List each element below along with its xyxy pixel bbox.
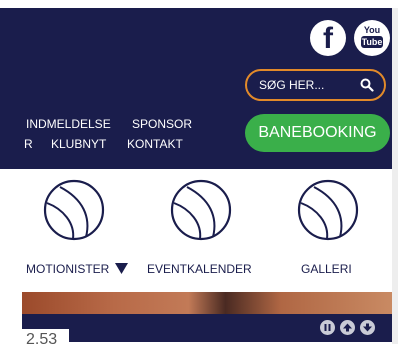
search-box (245, 69, 386, 101)
youtube-logo: You Tube (361, 25, 383, 51)
facebook-icon[interactable]: f (310, 20, 346, 56)
search-icon[interactable] (360, 78, 374, 92)
nav-item-indmeldelse[interactable]: INDMELDELSE (26, 117, 111, 131)
slide-counter: 2.53 (22, 329, 69, 351)
eventkalender-label: EVENTKALENDER (147, 262, 252, 276)
nav-item-partial[interactable]: R (24, 137, 33, 151)
banebooking-button[interactable]: BANEBOOKING (245, 114, 390, 152)
facebook-glyph: f (323, 22, 333, 55)
tennis-ball-icon-motionister[interactable] (43, 179, 105, 241)
tennis-ball-icon-galleri[interactable] (297, 179, 359, 241)
tennis-ball-icon-eventkalender[interactable] (170, 179, 232, 241)
icon-label-eventkalender[interactable]: EVENTKALENDER (147, 262, 252, 276)
youtube-bottom-text: Tube (361, 36, 383, 48)
motionister-label: MOTIONISTER (26, 262, 110, 276)
arrow-down-icon[interactable] (360, 320, 375, 335)
nav-item-sponsor[interactable]: SPONSOR (132, 117, 192, 131)
slider-controls-bar (22, 314, 392, 342)
youtube-top-text: You (363, 25, 381, 35)
slider-photo (22, 292, 392, 314)
icon-label-motionister[interactable]: MOTIONISTER (26, 262, 128, 276)
nav-item-kontakt[interactable]: KONTAKT (127, 137, 183, 151)
search-input[interactable] (259, 77, 359, 93)
pause-icon[interactable] (320, 320, 335, 335)
youtube-icon[interactable]: You Tube (354, 20, 390, 56)
category-icons: MOTIONISTER EVENTKALENDER GALLERI (0, 169, 392, 289)
arrow-up-icon[interactable] (340, 320, 355, 335)
nav-item-klubnyt[interactable]: KLUBNYT (51, 137, 106, 151)
dropdown-triangle-icon (114, 263, 128, 274)
galleri-label: GALLERI (301, 262, 352, 276)
icon-label-galleri[interactable]: GALLERI (301, 262, 352, 276)
page-edge (392, 8, 398, 344)
site-header: f You Tube BANEBOOKING INDMELDELSE SPONS… (0, 8, 392, 169)
